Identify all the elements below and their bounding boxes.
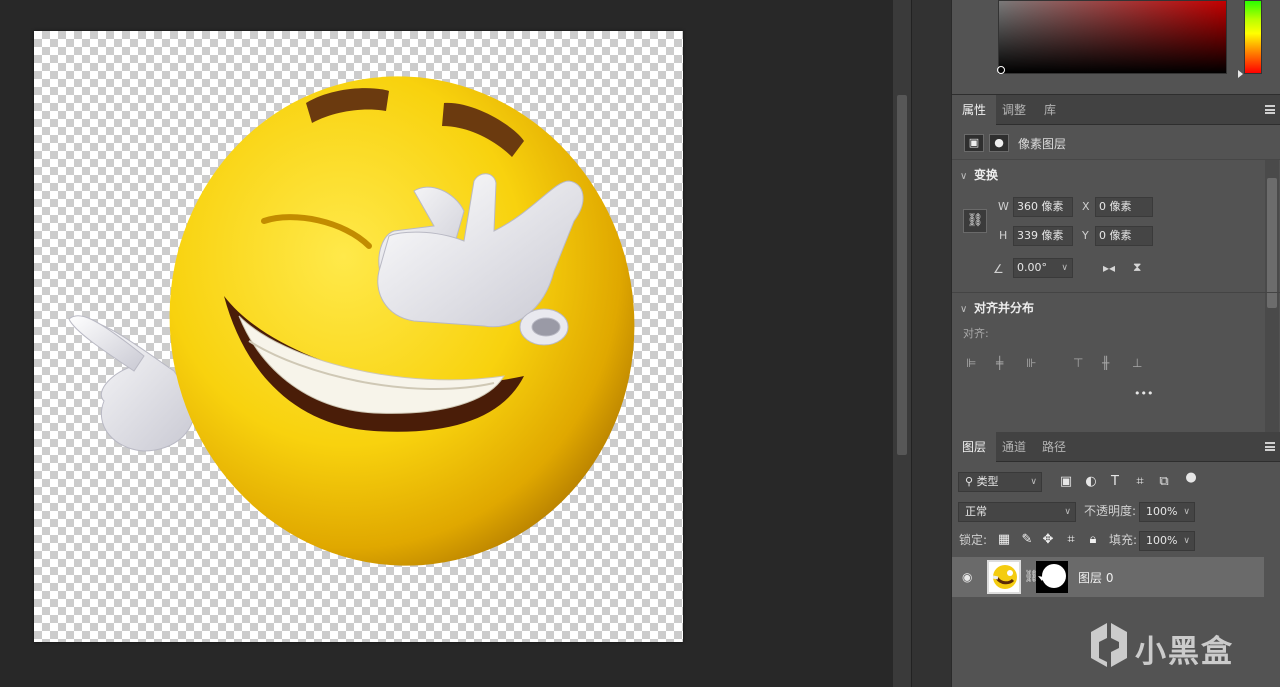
lock-position-move-icon[interactable]: ✥ — [1040, 532, 1056, 548]
align-horizontal-center-icon[interactable]: ╪ — [996, 356, 1003, 370]
properties-tab-row: 属性 调整 库 — [952, 95, 1280, 125]
x-label: X — [1082, 200, 1090, 213]
lock-label: 锁定: — [959, 533, 988, 547]
tab-paths[interactable]: 路径 — [1032, 432, 1076, 462]
angle-value: 0.00° — [1017, 261, 1047, 274]
tab-adjustments[interactable]: 调整 — [992, 95, 1036, 125]
align-title: 对齐并分布 — [974, 301, 1035, 315]
align-left-icon[interactable]: ⊫ — [966, 356, 976, 370]
opacity-label: 不透明度: — [1084, 504, 1137, 518]
blend-mode-dropdown[interactable]: 正常 ∨ — [958, 502, 1076, 522]
panel-menu-icon[interactable] — [1265, 442, 1275, 451]
xiaoheihe-logo-icon — [1091, 623, 1127, 667]
fill-label: 填充: — [1109, 533, 1138, 547]
tab-layers[interactable]: 图层 — [952, 432, 997, 462]
align-label: 对齐: — [963, 327, 989, 340]
emoji-face — [169, 76, 635, 566]
tab-libraries[interactable]: 库 — [1034, 95, 1066, 125]
height-label: H — [999, 229, 1008, 242]
properties-kind-row: ▣ ● 像素图层 — [952, 126, 1280, 160]
panel-menu-icon[interactable] — [1265, 105, 1275, 114]
tab-properties[interactable]: 属性 — [952, 95, 997, 125]
layer-name[interactable]: 图层 0 — [1078, 569, 1113, 586]
right-panel: 属性 调整 库 ▣ ● 像素图层 ∨ 变换 ⛓ W 360 像素 X 0 像素 H… — [951, 0, 1280, 687]
filter-shape-icon[interactable]: ⌗ — [1132, 474, 1148, 490]
lock-icon[interactable]: 🔒︎ — [1085, 532, 1101, 548]
fill-value: 100% — [1146, 534, 1178, 547]
flip-vertical-icon[interactable]: ⧗ — [1133, 260, 1141, 274]
width-field[interactable]: 360 像素 — [1013, 197, 1073, 217]
align-bottom-icon[interactable]: ⊥ — [1132, 356, 1142, 370]
image-icon[interactable]: ▣ — [964, 134, 984, 152]
layer-row[interactable]: ◉ ⛓ 图层 0 — [952, 557, 1264, 597]
layer-thumbnail-image — [992, 565, 1017, 589]
height-field[interactable]: 339 像素 — [1013, 226, 1073, 246]
filter-pixel-icon[interactable]: ▣ — [1058, 474, 1074, 490]
chevron-down-icon: ∨ — [960, 304, 968, 315]
more-options-icon[interactable]: ••• — [1134, 387, 1153, 401]
divider — [952, 292, 1280, 293]
chevron-down-icon: ∨ — [1061, 263, 1068, 273]
properties-scroll-thumb[interactable] — [1267, 178, 1277, 308]
layer-thumbnail[interactable] — [987, 560, 1021, 594]
align-top-icon[interactable]: ⊤ — [1073, 356, 1083, 370]
canvas-area[interactable] — [0, 0, 893, 687]
chevron-down-icon: ∨ — [1183, 507, 1190, 517]
hue-pointer-icon[interactable] — [1238, 70, 1243, 78]
watermark: 小黑盒 — [1087, 620, 1232, 670]
layer-filter-dropdown[interactable]: ⚲ 类型 ∨ — [958, 472, 1042, 492]
align-vertical-center-icon[interactable]: ╫ — [1102, 356, 1109, 370]
color-picker — [952, 0, 1280, 95]
color-field[interactable] — [998, 0, 1227, 74]
visibility-eye-icon[interactable]: ◉ — [962, 570, 972, 584]
align-right-icon[interactable]: ⊪ — [1026, 356, 1036, 370]
link-chain-icon[interactable]: ⛓ — [963, 209, 987, 233]
width-label: W — [998, 200, 1009, 213]
lock-transparent-icon[interactable]: ▦ — [996, 532, 1012, 548]
align-section-header[interactable]: ∨ 对齐并分布 — [960, 298, 1034, 318]
chevron-down-icon: ∨ — [1064, 507, 1071, 517]
lock-image-brush-icon[interactable]: ✎ — [1019, 532, 1035, 548]
transform-section-header[interactable]: ∨ 变换 — [960, 165, 998, 185]
layers-tab-row: 图层 通道 路径 — [952, 432, 1280, 462]
filter-smart-object-icon[interactable]: ⧉ — [1156, 474, 1172, 490]
lock-artboard-icon[interactable]: ⌗ — [1063, 532, 1079, 548]
filter-type-icon[interactable]: T — [1107, 474, 1123, 490]
layer-kind-label: 像素图层 — [1018, 137, 1067, 151]
chevron-down-icon: ∨ — [1030, 477, 1037, 487]
emoji-image — [68, 76, 635, 566]
transform-title: 变换 — [974, 168, 999, 182]
color-picker-cursor[interactable] — [997, 66, 1005, 74]
angle-field[interactable]: 0.00° ∨ — [1013, 258, 1073, 278]
hue-slider[interactable] — [1244, 0, 1262, 74]
watermark-text: 小黑盒 — [1135, 634, 1234, 670]
chevron-down-icon: ∨ — [1183, 536, 1190, 546]
filter-kind-value: 类型 — [976, 475, 999, 488]
layer-mask-thumbnail[interactable] — [1036, 561, 1068, 593]
mask-icon[interactable]: ● — [989, 134, 1009, 152]
panel-dock-gutter — [911, 0, 951, 687]
flip-horizontal-icon[interactable]: ▸◂ — [1103, 261, 1115, 275]
opacity-field[interactable]: 100% ∨ — [1139, 502, 1195, 522]
opacity-value: 100% — [1146, 505, 1178, 518]
fill-field[interactable]: 100% ∨ — [1139, 531, 1195, 551]
angle-icon: ∠ — [993, 262, 1004, 276]
layer-mask-image — [1038, 564, 1066, 588]
search-icon: ⚲ — [965, 475, 974, 488]
filter-adjustment-icon[interactable]: ◐ — [1083, 474, 1099, 490]
y-field[interactable]: 0 像素 — [1095, 226, 1153, 246]
y-label: Y — [1082, 229, 1089, 242]
filter-toggle-icon[interactable]: ● — [1183, 470, 1199, 486]
canvas-vertical-scrollbar[interactable] — [893, 0, 911, 687]
x-field[interactable]: 0 像素 — [1095, 197, 1153, 217]
blend-mode-value: 正常 — [965, 505, 987, 518]
chevron-down-icon: ∨ — [960, 171, 968, 182]
document-canvas[interactable] — [34, 31, 683, 642]
scrollbar-thumb[interactable] — [897, 95, 907, 455]
tab-channels[interactable]: 通道 — [992, 432, 1036, 462]
